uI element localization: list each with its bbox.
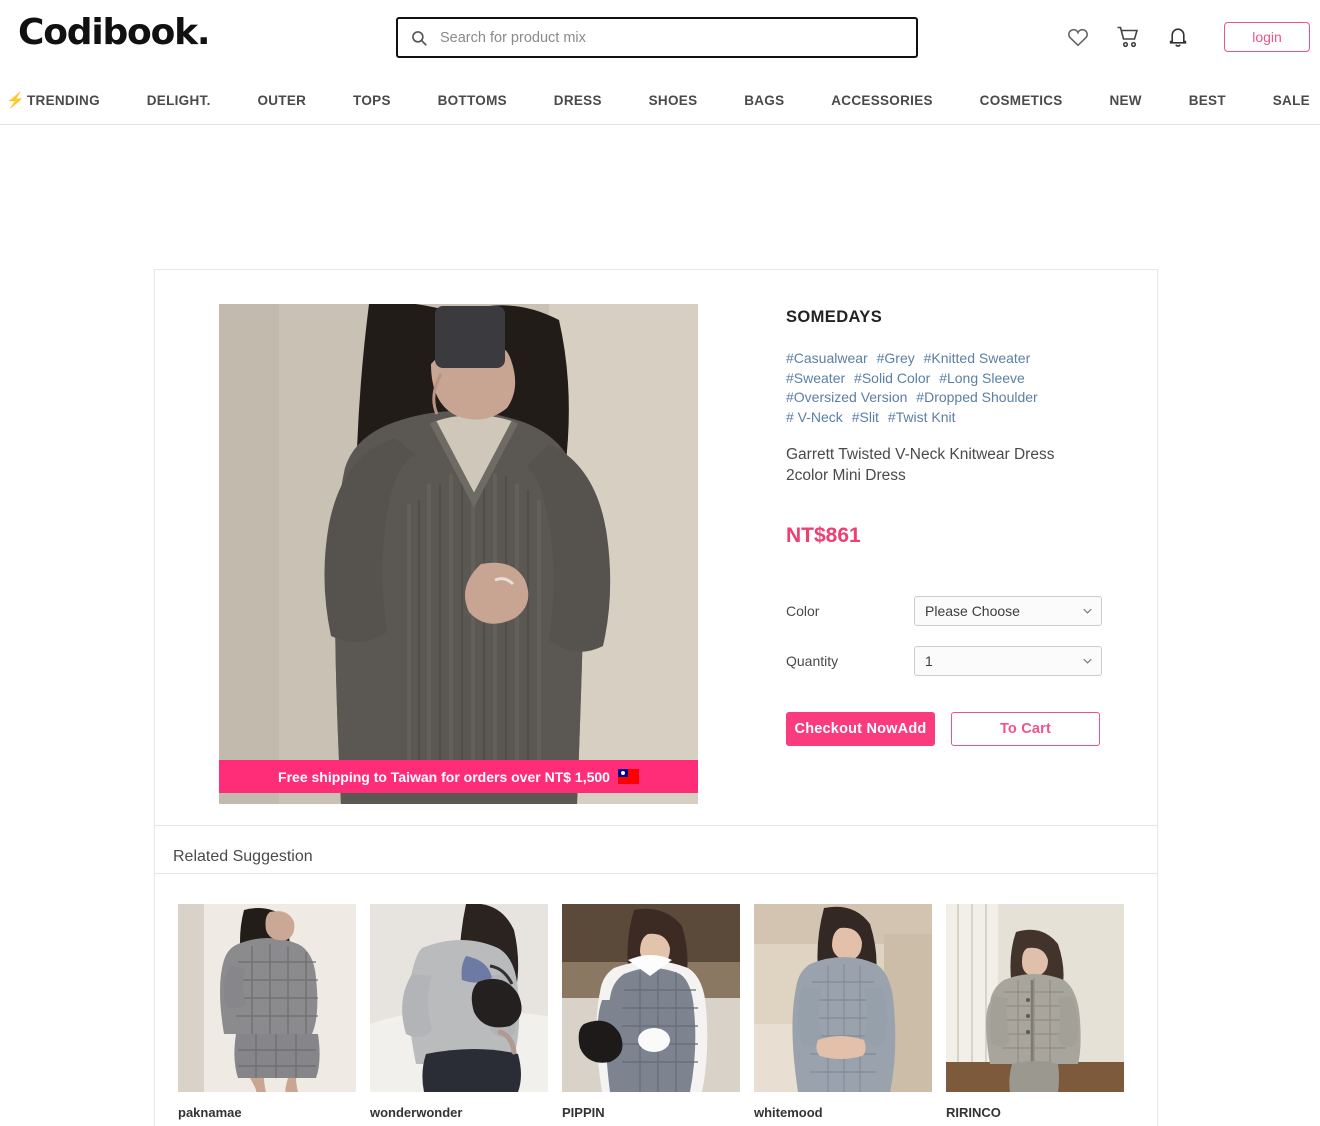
site-header: Codibook. login: [0, 0, 1320, 76]
chevron-down-icon: [1083, 658, 1092, 664]
related-product-image[interactable]: [178, 904, 356, 1092]
search-icon: [412, 30, 427, 46]
nav-item-accessories[interactable]: ACCESSORIES: [831, 93, 933, 108]
nav-item-cosmetics[interactable]: COSMETICS: [980, 93, 1063, 108]
color-option-row: Color Please Choose: [786, 596, 1116, 626]
cart-icon[interactable]: [1116, 25, 1140, 49]
nav-item-bottoms[interactable]: BOTTOMS: [438, 93, 507, 108]
product-tag[interactable]: #Sweater: [786, 370, 845, 386]
related-products-card: paknamae Shirt Dress NT$ 493: [154, 873, 1158, 1126]
quantity-select-value: 1: [925, 653, 933, 669]
chevron-down-icon: [1083, 608, 1092, 614]
product-image[interactable]: [219, 304, 698, 804]
product-price: NT$861: [786, 524, 861, 547]
related-product-brand: RIRINCO: [946, 1105, 1001, 1120]
lightning-bolt-icon: ⚡: [6, 91, 25, 109]
purchase-actions: Checkout NowAdd To Cart: [786, 712, 1116, 746]
quantity-label: Quantity: [786, 653, 839, 669]
nav-item-new[interactable]: NEW: [1109, 93, 1141, 108]
site-logo[interactable]: Codibook.: [18, 12, 211, 53]
related-product-image[interactable]: [946, 904, 1124, 1092]
product-detail: Free shipping to Taiwan for orders over …: [155, 270, 1157, 825]
nav-item-sale[interactable]: SALE: [1273, 93, 1310, 108]
related-product-image[interactable]: [370, 904, 548, 1092]
product-tag[interactable]: #Dropped Shoulder: [916, 389, 1037, 405]
related-product-brand: paknamae: [178, 1105, 242, 1120]
bell-icon[interactable]: [1166, 25, 1190, 49]
nav-item-dress[interactable]: DRESS: [554, 93, 602, 108]
product-info: SOMEDAYS #Casualwear #Grey #Knitted Swea…: [786, 308, 1116, 746]
list-item[interactable]: paknamae Shirt Dress NT$ 493: [178, 904, 356, 1126]
related-product-image[interactable]: [754, 904, 932, 1092]
related-products-grid: paknamae Shirt Dress NT$ 493: [178, 904, 1157, 1126]
header-icon-group: login: [1066, 22, 1310, 52]
product-tag[interactable]: #Twist Knit: [888, 409, 956, 425]
product-tag-list: #Casualwear #Grey #Knitted Sweater #Swea…: [786, 349, 1101, 427]
product-tag[interactable]: #Grey: [877, 350, 915, 366]
color-select[interactable]: Please Choose: [914, 596, 1102, 626]
product-tag[interactable]: #Oversized Version: [786, 389, 907, 405]
list-item[interactable]: PIPPIN Sweater Dress NT$ 168: [562, 904, 740, 1126]
product-title: Garrett Twisted V-Neck Knitwear Dress 2c…: [786, 446, 1055, 484]
nav-item-trending[interactable]: ⚡ TRENDING: [6, 93, 100, 108]
quantity-option-row: Quantity 1: [786, 646, 1116, 676]
search-input[interactable]: [438, 28, 904, 47]
color-select-value: Please Choose: [925, 603, 1020, 619]
product-tag[interactable]: #Casualwear: [786, 350, 868, 366]
nav-item-shoes[interactable]: SHOES: [649, 93, 698, 108]
product-tag[interactable]: # V-Neck: [786, 409, 843, 425]
search-bar[interactable]: [396, 17, 918, 58]
nav-item-label: TRENDING: [26, 92, 100, 108]
taiwan-flag-icon: [617, 769, 639, 784]
add-to-cart-button[interactable]: To Cart: [951, 712, 1100, 746]
list-item[interactable]: wonderwonder Mini Dress NT$ 659: [370, 904, 548, 1126]
product-brand[interactable]: SOMEDAYS: [786, 308, 1116, 327]
nav-item-bags[interactable]: BAGS: [744, 93, 784, 108]
product-card: Free shipping to Taiwan for orders over …: [154, 269, 1158, 887]
nav-item-tops[interactable]: TOPS: [353, 93, 391, 108]
nav-item-delight[interactable]: DELIGHT.: [147, 93, 211, 108]
color-label: Color: [786, 603, 820, 619]
product-tag[interactable]: #Solid Color: [854, 370, 930, 386]
nav-item-best[interactable]: BEST: [1189, 93, 1226, 108]
related-product-brand: PIPPIN: [562, 1105, 605, 1120]
product-tag[interactable]: #Slit: [852, 409, 879, 425]
product-tag[interactable]: #Long Sleeve: [939, 370, 1025, 386]
list-item[interactable]: RIRINCO Shirt Dress NT$ 1.649: [946, 904, 1124, 1126]
nav-item-outer[interactable]: OUTER: [257, 93, 306, 108]
free-shipping-banner: Free shipping to Taiwan for orders over …: [219, 760, 698, 793]
related-product-brand: whitemood: [754, 1105, 823, 1120]
related-product-image[interactable]: [562, 904, 740, 1092]
related-product-brand: wonderwonder: [370, 1105, 463, 1120]
main-navigation: ⚡ TRENDING DELIGHT. OUTER TOPS BOTTOMS D…: [0, 76, 1320, 125]
heart-icon[interactable]: [1066, 25, 1090, 49]
login-button[interactable]: login: [1224, 22, 1310, 52]
product-tag[interactable]: #Knitted Sweater: [924, 350, 1031, 366]
quantity-select[interactable]: 1: [914, 646, 1102, 676]
shipping-banner-text: Free shipping to Taiwan for orders over …: [278, 768, 610, 785]
list-item[interactable]: whitemood Knitted Dress NT$ 695: [754, 904, 932, 1126]
checkout-now-button[interactable]: Checkout NowAdd: [786, 712, 935, 746]
